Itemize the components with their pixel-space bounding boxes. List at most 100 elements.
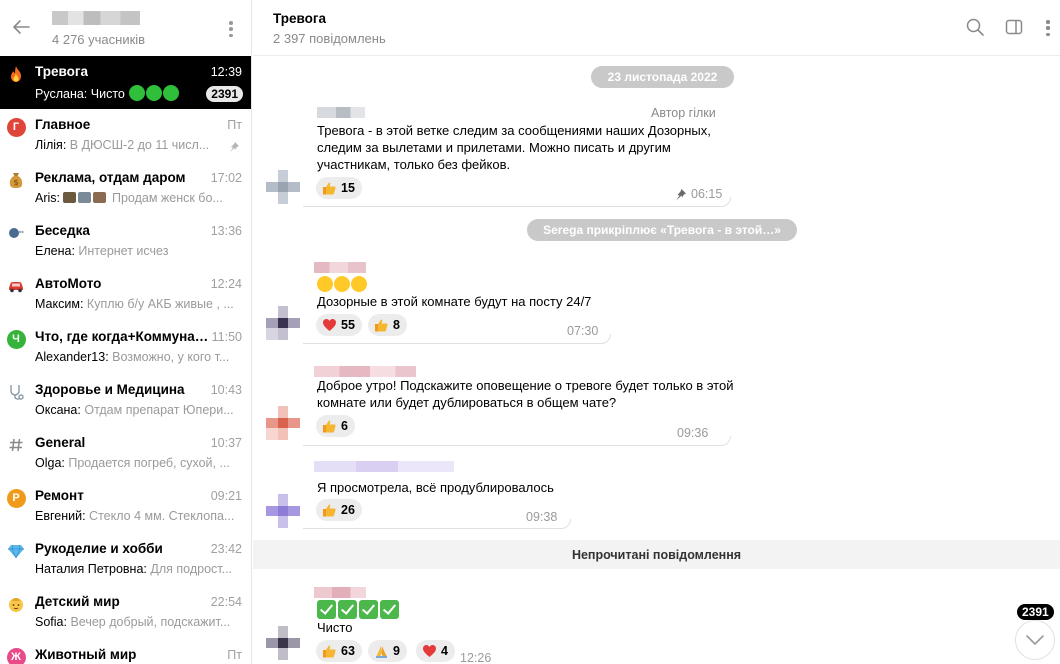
message-text: Доброе утро! Подскажите оповещение о тре…: [317, 378, 734, 410]
topic-item-general[interactable]: General 10:37 Olga: Продается погреб, су…: [0, 427, 251, 480]
reaction-count: 6: [341, 419, 348, 433]
avatar[interactable]: [266, 494, 300, 528]
topic-time: Пт: [227, 118, 242, 132]
baby-icon: [6, 594, 26, 614]
topic-item-besedka[interactable]: Беседка 13:36 Елена: Интернет исчез: [0, 215, 251, 268]
message-text: Я просмотрела, всё продублировалось: [317, 480, 554, 495]
sidebar-header: 4 276 учасників: [0, 0, 251, 56]
yellow-circle-icon: [317, 275, 333, 292]
preview-author: Максим:: [35, 297, 84, 311]
preview-text: Стекло 4 мм. Стеклопа...: [89, 509, 235, 523]
reaction-thumbs-up[interactable]: 15: [316, 177, 362, 199]
svg-text:$: $: [13, 178, 18, 187]
avatar[interactable]: [266, 306, 300, 340]
topic-preview: Максим: Куплю б/у АКБ живые , ...: [35, 297, 235, 311]
topic-preview: Евгений: Стекло 4 мм. Стеклопа...: [35, 509, 235, 523]
topic-time: 23:42: [210, 542, 242, 556]
thumbs-up-icon: [321, 643, 337, 659]
topic-item-trevoga[interactable]: Тревога 12:39 Руслана: Чисто 2391: [0, 56, 251, 109]
more-options-icon[interactable]: [224, 18, 238, 40]
pin-icon: [230, 142, 239, 152]
reaction-heart[interactable]: 55: [316, 314, 362, 336]
search-icon[interactable]: [965, 17, 985, 37]
topic-time: 22:54: [210, 595, 242, 609]
reaction-thumbs-up[interactable]: 63: [316, 640, 362, 662]
topic-name: General: [35, 435, 86, 450]
letter-g-icon: Г: [6, 117, 26, 137]
topic-name: Рукоделие и хобби: [35, 541, 163, 556]
topic-name: Животный мир: [35, 647, 137, 662]
photo-thumb-icon: [63, 192, 77, 203]
bubble-tail: [561, 519, 571, 529]
message-time: 07:30: [567, 324, 599, 338]
topic-item-zhivotniy-mir[interactable]: Ж Животный мир Пт: [0, 639, 251, 664]
preview-text: Возможно, у кого т...: [112, 350, 230, 364]
topic-item-reklama[interactable]: $ Реклама, отдам даром 17:02 Aris: Прода…: [0, 162, 251, 215]
message-time: 09:38: [526, 510, 558, 524]
avatar[interactable]: [266, 170, 300, 204]
preview-text: Куплю б/у АКБ живые , ...: [86, 297, 234, 311]
photo-thumb-icon: [78, 192, 92, 203]
preview-author: Лілія:: [35, 138, 67, 152]
topic-time: 12:39: [210, 65, 242, 79]
scroll-unread-badge: 2391: [1017, 604, 1054, 620]
bubble-tail: [721, 197, 731, 207]
topic-item-remont[interactable]: Р Ремонт 09:21 Евгений: Стекло 4 мм. Сте…: [0, 480, 251, 533]
topic-time: Пт: [227, 648, 242, 662]
reaction-pray[interactable]: 9: [368, 640, 407, 662]
reaction-count: 4: [441, 644, 448, 658]
preview-text: В ДЮСШ-2 до 11 числ...: [69, 138, 210, 152]
reaction-thumbs-up[interactable]: 26: [316, 499, 362, 521]
preview-text: Чисто: [90, 87, 125, 101]
message-time: 06:15: [691, 187, 723, 201]
avatar[interactable]: [266, 406, 300, 440]
topic-name: Реклама, отдам даром: [35, 170, 186, 185]
message-text: Дозорные в этой комнате будут на посту 2…: [317, 294, 592, 309]
thumbs-up-icon: [321, 180, 337, 196]
preview-author: Наталия Петровна:: [35, 562, 147, 576]
topic-preview: Руслана: Чисто: [35, 85, 235, 104]
check-mark-icon: [317, 600, 336, 620]
topic-item-rukodelie[interactable]: Рукоделие и хобби 23:42 Наталия Петровна…: [0, 533, 251, 586]
topic-preview: Оксана: Отдам препарат Юпери...: [35, 403, 235, 417]
check-mark-icon: [380, 600, 399, 620]
scroll-down-button[interactable]: [1015, 620, 1055, 660]
sender-emoji: [317, 274, 368, 292]
pray-icon: [373, 643, 389, 659]
author-label: Автор гілки: [651, 106, 716, 120]
diamond-icon: [6, 541, 26, 561]
service-message[interactable]: Serega прикріплює «Тревога - в этой…»: [527, 219, 797, 241]
member-count: 4 276 учасників: [52, 32, 146, 47]
preview-author: Aris:: [35, 191, 60, 205]
unread-divider: Непрочитані повідомлення: [253, 540, 1060, 569]
pin-icon: [676, 189, 686, 201]
topic-item-avtomoto[interactable]: АвтоМото 12:24 Максим: Куплю б/у АКБ жив…: [0, 268, 251, 321]
avatar[interactable]: [266, 626, 300, 660]
message-text: Чисто: [317, 620, 353, 635]
topic-time: 10:37: [210, 436, 242, 450]
thumbs-up-icon: [321, 418, 337, 434]
sender-name-blurred: [314, 461, 454, 472]
back-arrow-icon[interactable]: [10, 16, 32, 38]
sidebar-toggle-icon[interactable]: [1004, 17, 1024, 37]
reaction-heart[interactable]: 4: [416, 640, 455, 662]
car-icon: [6, 276, 26, 296]
topic-item-zdorovie[interactable]: Здоровье и Медицина 10:43 Оксана: Отдам …: [0, 374, 251, 427]
reaction-thumbs-up[interactable]: 6: [316, 415, 355, 437]
topic-preview: Sofia: Вечер добрый, подскажит...: [35, 615, 235, 629]
topic-time: 17:02: [210, 171, 242, 185]
reaction-thumbs-up[interactable]: 8: [368, 314, 407, 336]
chat-pane: Тревога 2 397 повідомлень 23 листопада 2…: [253, 0, 1060, 664]
topic-preview: Olga: Продается погреб, сухой, ...: [35, 456, 235, 470]
reaction-count: 9: [393, 644, 400, 658]
preview-author: Оксана:: [35, 403, 81, 417]
more-options-icon[interactable]: [1045, 18, 1051, 38]
bubble-edge: [303, 343, 603, 344]
topic-item-detskiy-mir[interactable]: Детский мир 22:54 Sofia: Вечер добрый, п…: [0, 586, 251, 639]
unread-badge: 2391: [206, 86, 243, 102]
bubble-edge: [303, 528, 563, 529]
topic-item-chto-gde-kogda[interactable]: Ч Что, где когда+Коммунал... 11:50 Alexa…: [0, 321, 251, 374]
topic-item-glavnoe[interactable]: Г Главное Пт Лілія: В ДЮСШ-2 до 11 числ.…: [0, 109, 251, 162]
letter-zh-icon: Ж: [6, 647, 26, 664]
stethoscope-icon: [6, 382, 26, 402]
